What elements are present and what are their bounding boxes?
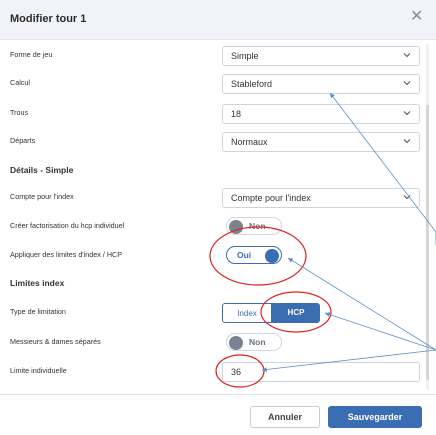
type-limitation-segmented-control: Index HCP (222, 303, 332, 323)
form-row-compte-index: Compte pour l'index Compte pour l'index (0, 186, 430, 210)
trous-select[interactable]: 18 (222, 104, 420, 124)
type-limitation-label: Type de limitation (10, 307, 66, 316)
forme-de-jeu-label: Forme de jeu (10, 50, 53, 59)
toggle-knob (265, 249, 279, 263)
form-row-type-limitation: Type de limitation (0, 301, 430, 325)
form-row-appliquer-limites: Appliquer des limites d'index / HCP Oui (0, 244, 430, 268)
toggle-state-label: Non (249, 337, 266, 347)
dialog-header: Modifier tour 1 ✕ (0, 0, 436, 40)
compte-index-label: Compte pour l'index (10, 192, 74, 201)
segment-hcp[interactable]: HCP (272, 303, 320, 323)
chevron-down-icon (402, 50, 412, 60)
limite-individuelle-value: 36 (231, 367, 242, 377)
departs-select[interactable]: Normaux (222, 132, 420, 152)
trous-value: 18 (231, 109, 242, 119)
compte-index-select[interactable]: Compte pour l'index (222, 188, 420, 208)
toggle-state-label: Oui (237, 250, 252, 260)
calcul-select[interactable]: Stableford (222, 74, 420, 94)
chevron-down-icon (402, 192, 412, 202)
details-section-title: Détails - Simple (10, 165, 74, 175)
chevron-down-icon (402, 108, 412, 118)
edit-round-dialog: Modifier tour 1 ✕ Forme de jeu Simple Ca… (0, 0, 436, 435)
save-button[interactable]: Sauvegarder (328, 406, 422, 428)
calcul-value: Stableford (231, 79, 273, 89)
form-row-departs: Départs Normaux (0, 130, 430, 154)
appliquer-limites-label: Appliquer des limites d'index / HCP (10, 250, 123, 259)
creer-factorisation-toggle[interactable]: Non (226, 217, 282, 235)
form-row-trous: Trous 18 (0, 102, 430, 126)
toggle-knob (229, 336, 243, 350)
dialog-title: Modifier tour 1 (10, 13, 87, 25)
scrollbar-thumb[interactable] (426, 105, 429, 380)
calcul-label: Calcul (10, 78, 30, 87)
forme-de-jeu-select[interactable]: Simple (222, 46, 420, 66)
creer-factorisation-label: Créer factorisation du hcp individuel (10, 221, 125, 230)
messieurs-dames-label: Messieurs & dames séparés (10, 337, 101, 346)
limites-section-title: Limites index (10, 278, 65, 288)
appliquer-limites-toggle[interactable]: Oui (226, 246, 282, 264)
form-row-creer-factorisation: Créer factorisation du hcp individuel No… (0, 215, 430, 239)
cancel-button[interactable]: Annuler (250, 406, 320, 428)
toggle-knob (229, 220, 243, 234)
departs-value: Normaux (231, 137, 268, 147)
trous-label: Trous (10, 108, 29, 117)
toggle-state-label: Non (249, 221, 266, 231)
chevron-down-icon (402, 78, 412, 88)
dialog-footer: Annuler Sauvegarder (0, 394, 436, 435)
form-row-forme-de-jeu: Forme de jeu Simple (0, 44, 430, 68)
forme-de-jeu-value: Simple (231, 51, 259, 61)
segment-index[interactable]: Index (222, 303, 272, 323)
form-row-messieurs-dames: Messieurs & dames séparés Non (0, 331, 430, 355)
departs-label: Départs (10, 136, 36, 145)
compte-index-value: Compte pour l'index (231, 193, 311, 203)
messieurs-dames-toggle[interactable]: Non (226, 333, 282, 351)
form-row-calcul: Calcul Stableford (0, 72, 430, 96)
limite-individuelle-input[interactable]: 36 (222, 362, 420, 382)
chevron-down-icon (402, 136, 412, 146)
close-icon[interactable]: ✕ (410, 9, 423, 25)
limite-individuelle-label: Limite individuelle (10, 366, 67, 375)
